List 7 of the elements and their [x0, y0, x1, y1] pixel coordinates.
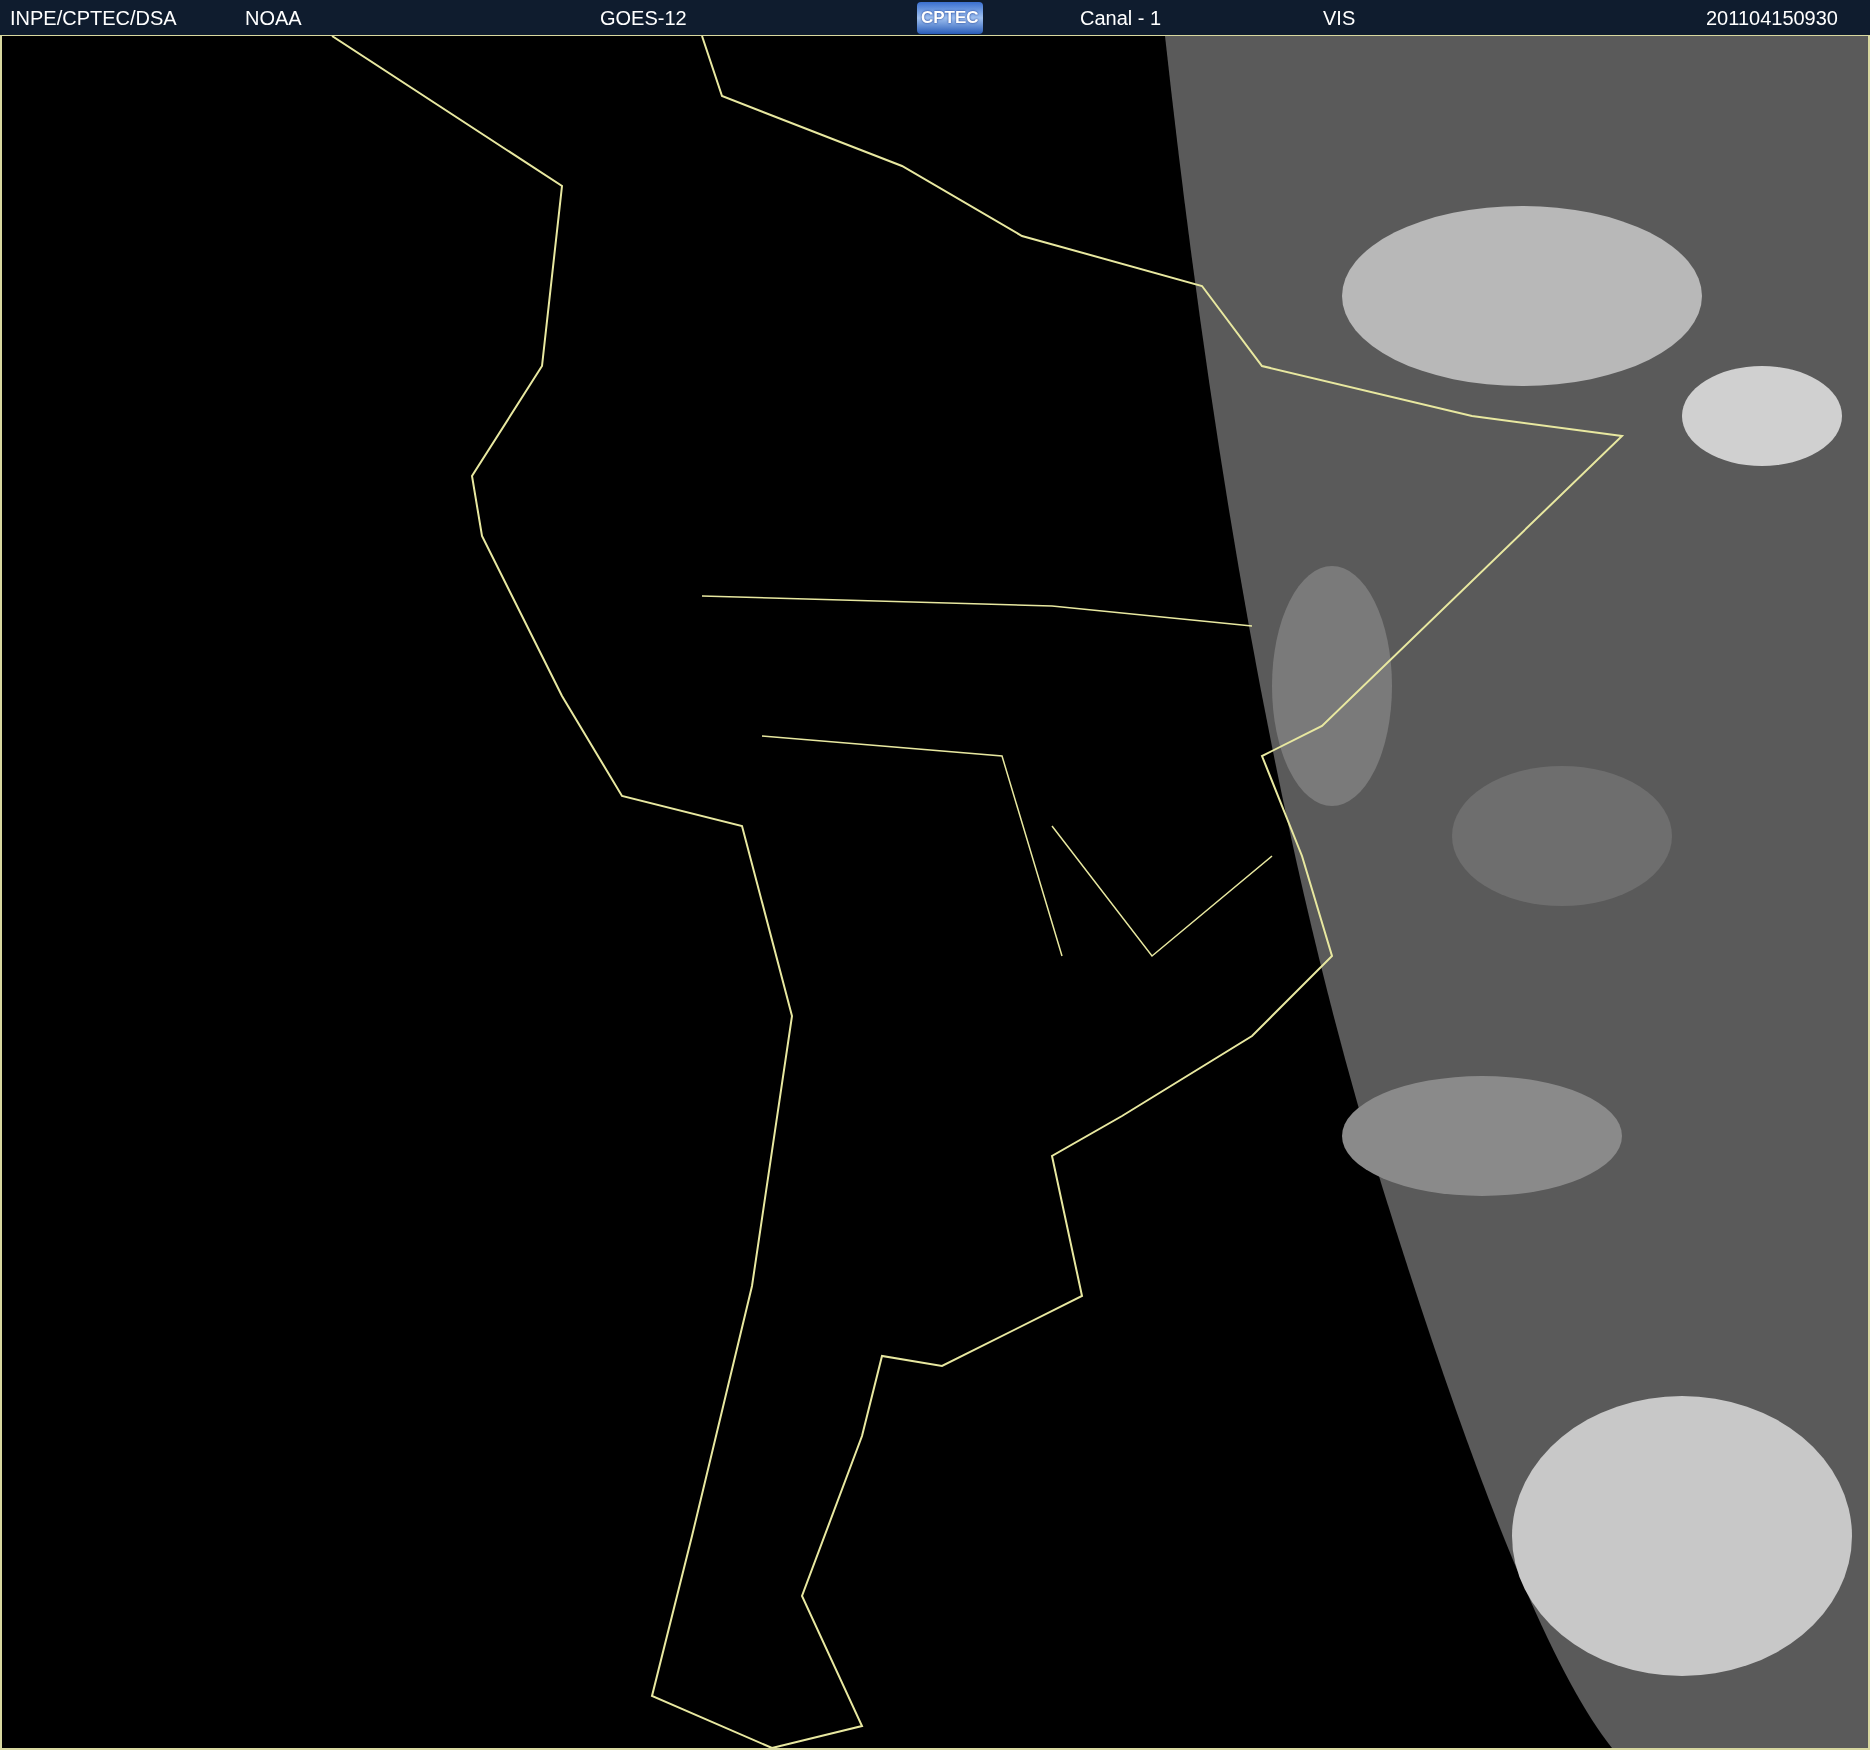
header-label: Canal - 1 [1080, 6, 1162, 29]
header-label: INPE/CPTEC/DSA [10, 6, 177, 29]
header-label: NOAA [245, 6, 302, 29]
header-label: VIS [1323, 6, 1356, 29]
header-label: GOES-12 [600, 6, 687, 29]
header-label: 201104150930 [1706, 6, 1838, 29]
logo: CPTEC [917, 1, 983, 34]
